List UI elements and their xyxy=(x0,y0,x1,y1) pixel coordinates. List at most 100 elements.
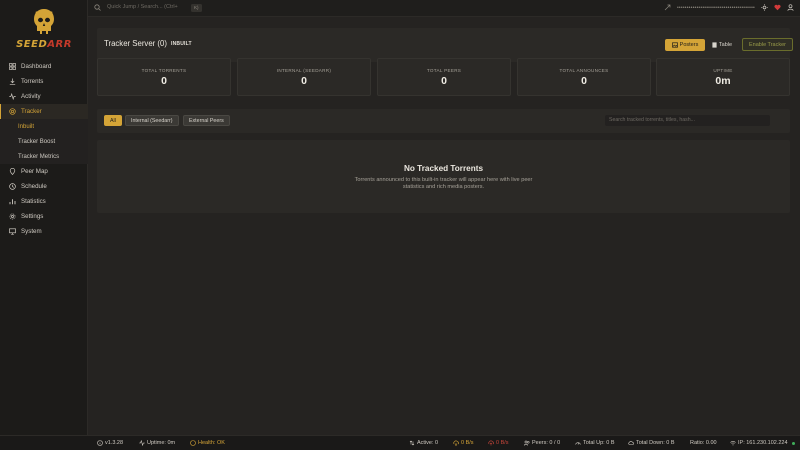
sidebar-item-dashboard[interactable]: Dashboard xyxy=(0,59,88,74)
stat-card-uptime: UPTIME 0m xyxy=(656,58,790,96)
sidebar-item-label: Statistics xyxy=(21,198,46,205)
monitor-icon xyxy=(9,228,16,235)
link-icon[interactable] xyxy=(664,4,671,11)
status-uptime: Uptime: 0m xyxy=(139,440,175,446)
stat-value: 0 xyxy=(581,75,587,87)
sidebar-item-statistics[interactable]: Statistics xyxy=(0,194,88,209)
sidebar-item-torrents[interactable]: Torrents xyxy=(0,74,88,89)
sidebar-subitem-inbuilt[interactable]: Inbuilt xyxy=(0,119,88,134)
pulse-icon xyxy=(139,440,145,446)
users-icon xyxy=(524,440,530,446)
stat-value: 0 xyxy=(161,75,167,87)
sidebar-item-activity[interactable]: Activity xyxy=(0,89,88,104)
sidebar-item-label: Tracker Boost xyxy=(18,138,56,145)
sidebar-subitem-tracker-boost[interactable]: Tracker Boost xyxy=(0,134,88,149)
sidebar-item-label: Activity xyxy=(21,93,41,100)
uptime-text: Uptime: 0m xyxy=(147,440,176,446)
filter-bar: All Internal (Seedarr) External Peers Se… xyxy=(97,109,790,133)
active-text: Active: 0 xyxy=(417,440,439,446)
user-icon[interactable] xyxy=(787,4,794,11)
download-icon xyxy=(9,78,16,85)
download-speed-text: 0 B/s xyxy=(461,440,474,446)
stat-label: TOTAL ANNOUNCES xyxy=(559,68,609,73)
sun-icon[interactable] xyxy=(761,4,768,11)
brand-wordmark: SEEDARR xyxy=(16,39,72,50)
enable-tracker-button[interactable]: Enable Tracker xyxy=(742,38,793,51)
sidebar-item-label: Dashboard xyxy=(21,63,52,70)
total-up-text: Total Up: 0 B xyxy=(583,440,615,446)
pin-icon xyxy=(9,168,16,175)
cloud-icon xyxy=(628,441,634,445)
status-bar: v1.3.28 Uptime: 0m Health: OK Active: 0 … xyxy=(0,435,800,450)
status-version: v1.3.28 xyxy=(97,440,123,446)
status-ratio: Ratio: 0.00 xyxy=(690,440,717,446)
sidebar-item-system[interactable]: System xyxy=(0,224,88,239)
cloud-download-icon xyxy=(453,440,459,446)
status-download-speed: 0 B/s xyxy=(453,440,474,446)
status-health: Health: OK xyxy=(190,440,225,446)
stat-label: TOTAL PEERS xyxy=(426,68,462,73)
sidebar: SEEDARR Dashboard Torrents Activity Trac… xyxy=(0,0,88,435)
sidebar-item-schedule[interactable]: Schedule xyxy=(0,179,88,194)
top-right-controls: •••••••••••••••••••••••••••••••••••••••• xyxy=(664,4,794,11)
main-content: Tracker Server (0) INBUILT Posters Table… xyxy=(88,17,800,435)
stat-value: 0m xyxy=(715,75,731,87)
brand-logo[interactable]: SEEDARR xyxy=(0,8,88,56)
filter-chip-external[interactable]: External Peers xyxy=(183,115,230,126)
clock-icon xyxy=(9,183,16,190)
sidebar-subitem-tracker-metrics[interactable]: Tracker Metrics xyxy=(0,149,88,164)
sidebar-item-label: Settings xyxy=(21,213,44,220)
top-bar: Quick Jump / Search... (Ctrl+ K) •••••••… xyxy=(88,0,800,17)
inbuilt-badge: INBUILT xyxy=(171,41,192,47)
sidebar-item-label: Tracker Metrics xyxy=(18,153,60,160)
search-icon xyxy=(94,4,101,11)
status-active: Active: 0 xyxy=(409,440,438,446)
pulse-icon xyxy=(9,93,16,100)
filter-chip-internal[interactable]: Internal (Seedarr) xyxy=(125,115,179,126)
stat-card-internal: INTERNAL (SEEDARR) 0 xyxy=(237,58,371,96)
status-peers: Peers: 0 / 0 xyxy=(524,440,560,446)
gear-icon xyxy=(9,213,16,220)
upload-speed-text: 0 B/s xyxy=(496,440,509,446)
image-icon xyxy=(671,42,678,48)
empty-title: No Tracked Torrents xyxy=(403,164,483,173)
info-icon xyxy=(97,440,103,446)
tracked-search-input[interactable]: Search tracked torrents, titles, hash... xyxy=(605,115,770,126)
stat-card-total-peers: TOTAL PEERS 0 xyxy=(377,58,511,96)
masked-key: •••••••••••••••••••••••••••••••••••••••• xyxy=(676,4,755,11)
empty-state: No Tracked Torrents Torrents announced t… xyxy=(97,140,790,213)
posters-view-button[interactable]: Posters xyxy=(665,39,705,51)
wifi-icon xyxy=(730,441,736,446)
sidebar-item-peer-map[interactable]: Peer Map xyxy=(0,164,88,179)
stat-label: INTERNAL (SEEDARR) xyxy=(276,68,332,73)
grid-icon xyxy=(9,63,16,70)
status-total-down: Total Down: 0 B xyxy=(628,440,675,446)
status-total-up: Total Up: 0 B xyxy=(575,440,615,446)
page-header: Tracker Server (0) INBUILT Posters Table… xyxy=(97,28,793,62)
heart-icon[interactable] xyxy=(774,4,781,11)
sidebar-item-label: System xyxy=(21,228,42,235)
status-upload-speed: 0 B/s xyxy=(488,440,509,446)
gauge-icon xyxy=(575,442,581,445)
peers-text: Peers: 0 / 0 xyxy=(532,440,561,446)
sidebar-item-label: Schedule xyxy=(21,183,47,190)
cloud-upload-icon xyxy=(488,440,494,446)
ip-text: IP: 161.230.102.224 xyxy=(738,440,788,446)
sidebar-item-settings[interactable]: Settings xyxy=(0,209,88,224)
health-text: Health: OK xyxy=(198,440,225,446)
table-view-button[interactable]: Table xyxy=(709,39,735,51)
quick-jump-input[interactable]: Quick Jump / Search... (Ctrl+ xyxy=(107,4,178,10)
shortcut-hint: K) xyxy=(191,4,202,12)
stat-label: TOTAL TORRENTS xyxy=(141,68,187,73)
status-ip: IP: 161.230.102.224 xyxy=(730,440,795,446)
page-title: Tracker Server (0) xyxy=(104,39,167,48)
sidebar-item-label: Tracker xyxy=(21,108,42,115)
stat-value: 0 xyxy=(301,75,307,87)
stat-label: UPTIME xyxy=(713,68,733,73)
version-text: v1.3.28 xyxy=(105,440,124,446)
stat-card-total-torrents: TOTAL TORRENTS 0 xyxy=(97,58,231,96)
sidebar-item-tracker[interactable]: Tracker xyxy=(0,104,88,119)
skull-logo-icon xyxy=(34,9,54,34)
filter-chip-all[interactable]: All xyxy=(104,115,122,126)
stat-value: 0 xyxy=(441,75,447,87)
